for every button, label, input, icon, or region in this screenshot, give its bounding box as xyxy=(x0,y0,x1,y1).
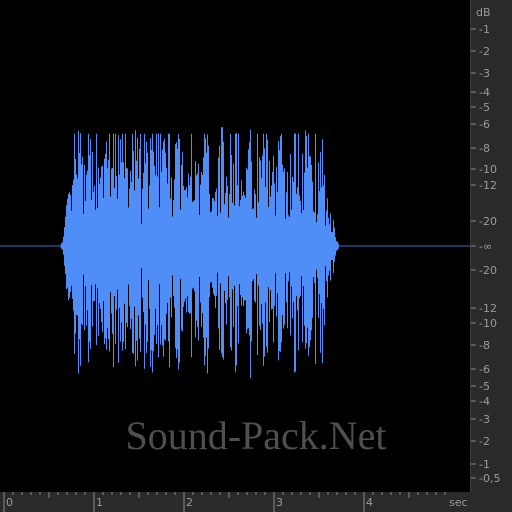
time-tick-label: 4 xyxy=(366,496,373,509)
waveform-end xyxy=(333,241,339,251)
db-tick-label: -4 xyxy=(479,86,490,99)
db-tick-label: -2 xyxy=(479,435,490,448)
db-tick-label: -4 xyxy=(479,395,490,408)
db-tick-label: -6 xyxy=(479,363,490,376)
db-tick-label: -3 xyxy=(479,413,490,426)
db-tick-label: -0,5 xyxy=(479,472,500,485)
db-tick-label: -1 xyxy=(479,458,490,471)
db-tick-label: -12 xyxy=(479,302,497,315)
db-tick-label: -2 xyxy=(479,45,490,58)
db-ruler: dB -1 -2 -3 -4 -5 -6 -8 -10 -12 -20 -∞ -20 -12 -10 -8 -… xyxy=(471,0,512,492)
db-tick-label: -8 xyxy=(479,142,490,155)
time-unit-label: sec xyxy=(449,496,468,509)
time-tick-label: 3 xyxy=(276,496,283,509)
db-tick-label: -10 xyxy=(479,163,497,176)
db-tick-label: -5 xyxy=(479,101,490,114)
db-tick-label: -8 xyxy=(479,339,490,352)
db-tick-label: -3 xyxy=(479,67,490,80)
db-center-label: -∞ xyxy=(479,240,492,253)
waveform-start xyxy=(60,242,67,250)
db-tick-label: -12 xyxy=(479,179,497,192)
db-tick-label: -1 xyxy=(479,23,490,36)
time-tick-label: 1 xyxy=(96,496,103,509)
db-tick-label: -5 xyxy=(479,380,490,393)
audio-editor-view: dB -1 -2 -3 -4 -5 -6 -8 -10 -12 -20 -∞ -20 -12 -10 -8-… xyxy=(0,0,512,512)
db-tick-label: -20 xyxy=(479,264,497,277)
time-tick-label: 2 xyxy=(186,496,193,509)
db-tick-label: -10 xyxy=(479,317,497,330)
time-ruler: sec 0 1 2 3 4 xyxy=(0,492,512,512)
waveform-panel[interactable] xyxy=(0,0,471,492)
waveform-core xyxy=(64,232,335,260)
db-tick-label: -20 xyxy=(479,215,497,228)
db-tick-label: -6 xyxy=(479,118,490,131)
waveform-samples xyxy=(60,127,339,378)
waveform-display[interactable] xyxy=(0,0,470,492)
time-tick-label: 0 xyxy=(6,496,13,509)
db-unit-label: dB xyxy=(476,6,491,19)
